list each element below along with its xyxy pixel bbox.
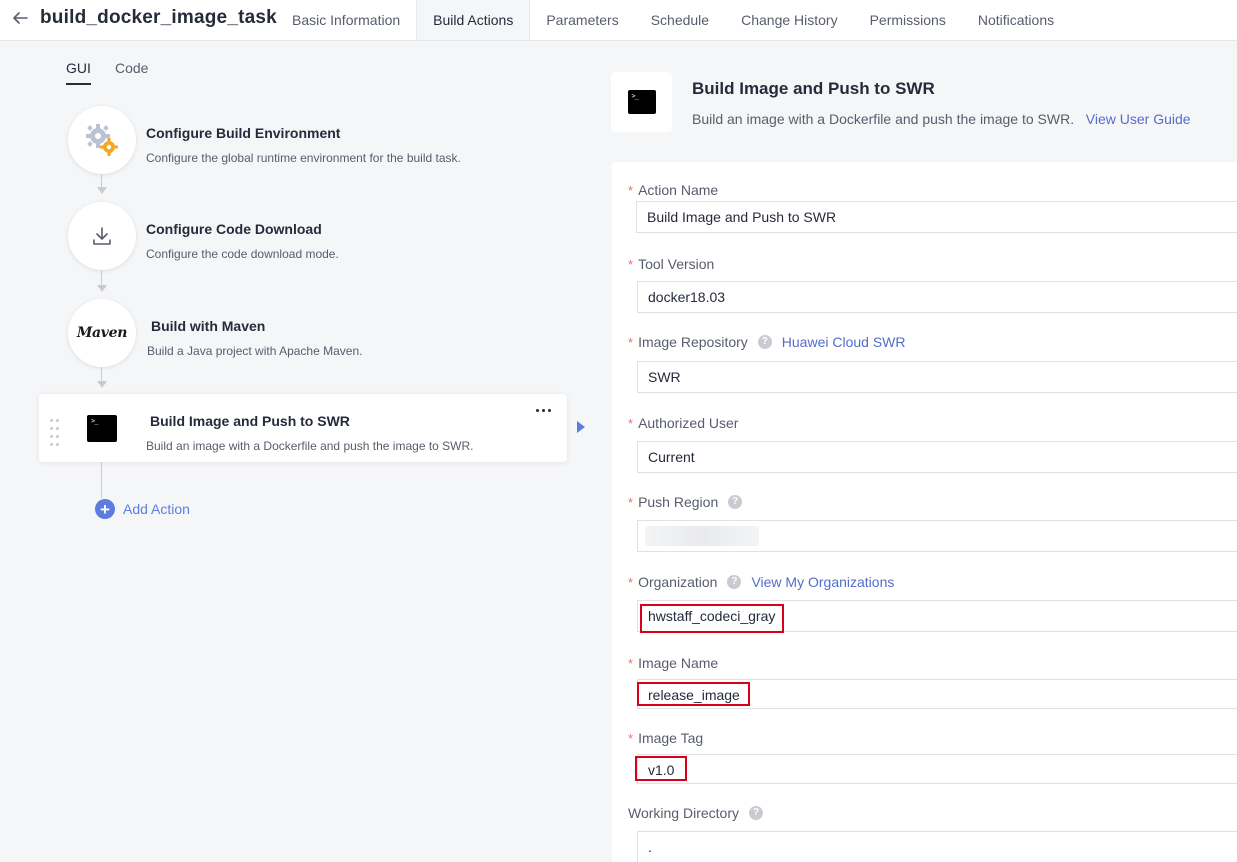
image-name-label-text: Image Name [638,655,719,671]
mode-tab-indicator [66,83,91,85]
action-detail-desc-text: Build an image with a Dockerfile and pus… [692,111,1075,127]
connector-line [101,174,102,187]
image-name-label: * Image Name [628,655,719,671]
tab-permissions[interactable]: Permissions [854,0,962,40]
connector-line [101,462,102,498]
tab-change-history[interactable]: Change History [725,0,854,40]
step-title: Build with Maven [151,318,266,334]
step-node-maven[interactable]: Maven [68,299,136,367]
organization-label-text: Organization [638,574,718,590]
tab-parameters[interactable]: Parameters [530,0,634,40]
plus-icon: + [95,499,115,519]
action-detail-desc: Build an image with a Dockerfile and pus… [692,111,1191,127]
step-desc: Build an image with a Dockerfile and pus… [146,439,474,453]
step-title: Configure Code Download [146,221,322,237]
action-detail-title: Build Image and Push to SWR [692,79,935,98]
view-user-guide-link[interactable]: View User Guide [1086,111,1191,127]
image-tag-label: * Image Tag [628,730,704,746]
step-desc: Build a Java project with Apache Maven. [147,344,363,358]
step-desc: Configure the code download mode. [146,247,339,261]
connector-line [101,270,102,285]
terminal-icon [627,90,656,114]
action-config-form: * Action Name Build Image and Push to SWR… [612,162,1237,862]
highlight-box [635,756,687,781]
huawei-cloud-swr-link[interactable]: Huawei Cloud SWR [782,334,906,350]
working-directory-label: Working Directory? [628,805,763,821]
mode-tab-code[interactable]: Code [115,60,148,76]
tab-basic-information[interactable]: Basic Information [276,0,416,40]
action-name-label-text: Action Name [638,182,719,198]
image-repository-select[interactable]: SWR [637,361,1237,393]
tab-notifications[interactable]: Notifications [962,0,1070,40]
tab-schedule[interactable]: Schedule [635,0,725,40]
action-name-input[interactable]: Build Image and Push to SWR [636,201,1237,233]
tool-version-select[interactable]: docker18.03 [637,281,1237,313]
image-repository-label-text: Image Repository [638,334,748,350]
back-arrow-icon[interactable] [10,8,30,28]
step-title: Configure Build Environment [146,125,341,141]
step-desc: Configure the global runtime environment… [146,151,461,165]
image-tag-input[interactable]: v1.0 [637,754,1237,784]
tab-build-actions[interactable]: Build Actions [416,0,531,40]
highlight-box [637,682,750,706]
action-detail-panel: Build Image and Push to SWR Build an ima… [591,41,1237,862]
step-title: Build Image and Push to SWR [150,413,350,429]
organization-label: * Organization? View My Organizations [628,574,895,590]
top-header: build_docker_image_task Basic Informatio… [0,0,1237,41]
highlight-box [640,604,784,633]
connector-arrow [97,285,107,292]
terminal-icon [87,415,117,442]
working-directory-label-text: Working Directory [628,805,739,821]
push-region-label-text: Push Region [638,494,719,510]
task-title: build_docker_image_task [40,7,277,28]
push-region-select[interactable] [637,520,1237,552]
mode-tab-gui[interactable]: GUI [66,60,91,76]
download-icon [93,227,111,245]
authorized-user-select[interactable]: Current [637,441,1237,473]
help-icon[interactable]: ? [749,806,763,820]
tool-version-label-text: Tool Version [638,256,715,272]
connector-line [101,367,102,381]
view-my-organizations-link[interactable]: View My Organizations [751,574,894,590]
help-icon[interactable]: ? [757,335,772,349]
help-icon[interactable]: ? [728,495,743,509]
step-node-build-environment[interactable] [68,106,136,174]
image-repository-label: * Image Repository? Huawei Cloud SWR [628,334,906,350]
main-tabs: Basic Information Build Actions Paramete… [276,0,1070,40]
step-card-build-image-swr[interactable]: Build Image and Push to SWR Build an ima… [39,394,567,462]
connector-arrow [97,381,107,388]
help-icon[interactable]: ? [727,575,742,589]
working-directory-input[interactable]: . [637,831,1237,862]
gears-icon [86,124,118,156]
connector-arrow [97,187,107,194]
add-action-button[interactable]: + Add Action [95,499,190,519]
drag-handle-icon[interactable] [50,419,60,447]
maven-logo: Maven [76,325,128,341]
tool-version-label: * Tool Version [628,256,715,272]
step-node-code-download[interactable] [68,202,136,270]
authorized-user-label-text: Authorized User [638,415,739,431]
add-action-label: Add Action [123,501,190,517]
action-flow-panel: GUI Code Configure Build Environment Con… [0,41,591,862]
more-options-icon[interactable] [535,409,553,415]
image-tag-label-text: Image Tag [638,730,704,746]
authorized-user-label: * Authorized User [628,415,739,431]
action-name-label: * Action Name [628,182,719,198]
selected-step-indicator-icon [577,421,585,433]
push-region-label: * Push Region? [628,494,743,510]
push-region-value-redacted [645,526,759,546]
plugin-icon-box [611,72,672,132]
